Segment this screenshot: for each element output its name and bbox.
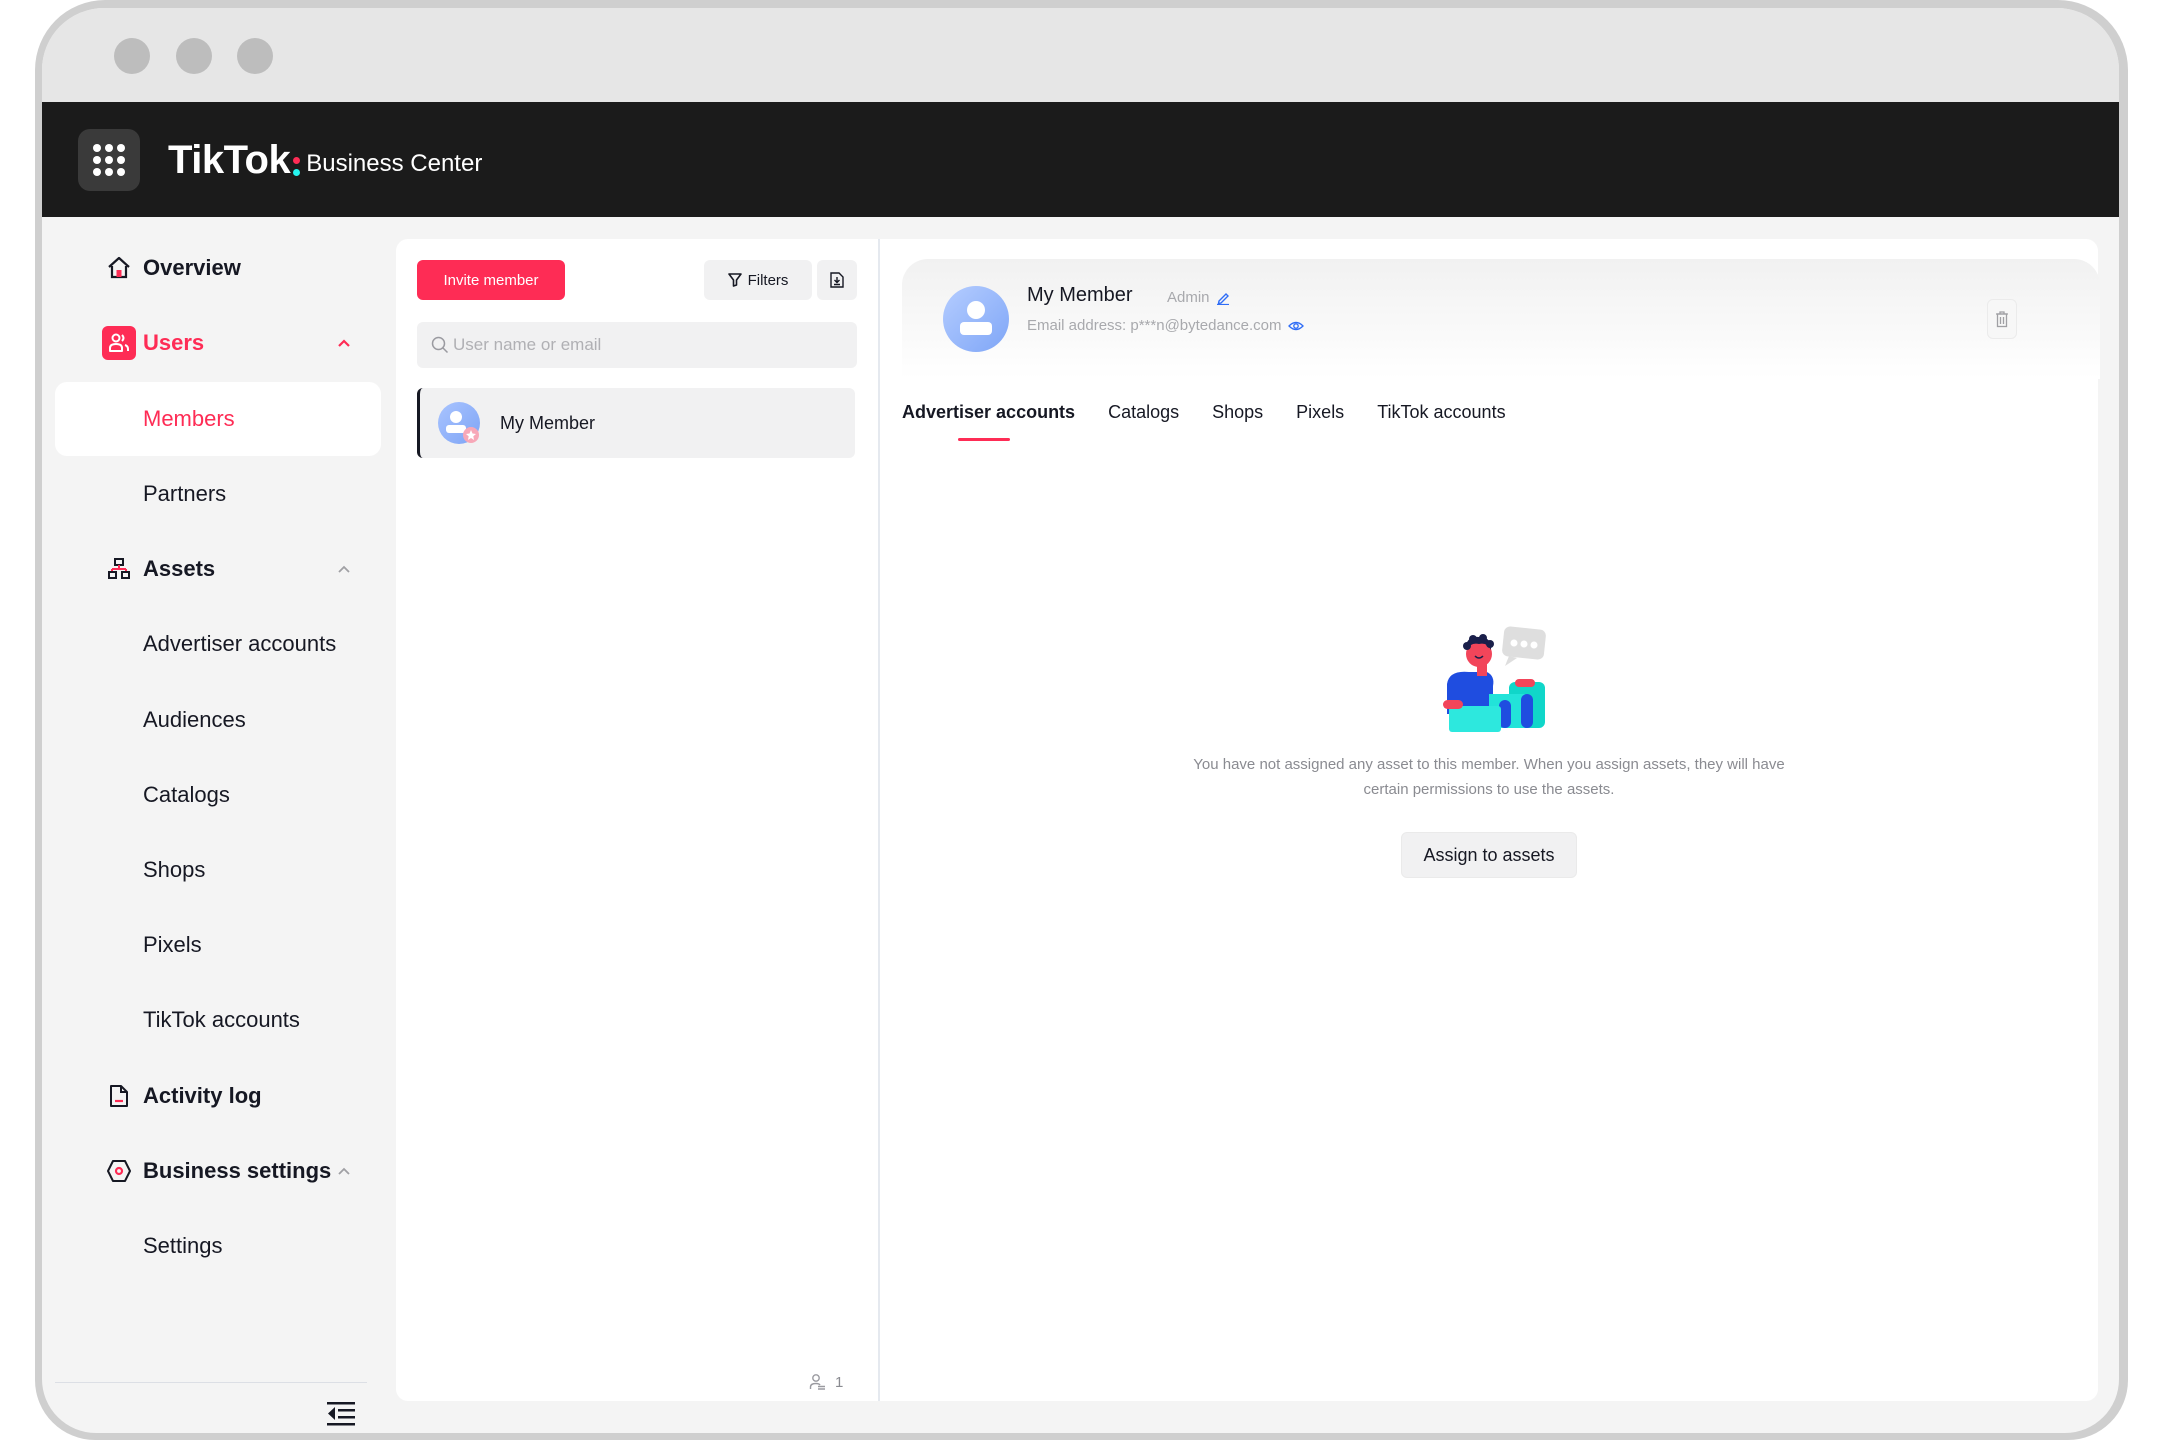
member-search[interactable]: [417, 322, 857, 368]
sidebar-item-users[interactable]: Users: [55, 306, 381, 380]
settings-hex-icon: [102, 1154, 136, 1188]
export-button[interactable]: [817, 260, 857, 300]
sidebar-item-pixels[interactable]: Pixels: [55, 908, 381, 982]
edit-pencil-icon[interactable]: [1216, 291, 1230, 305]
main-content: Invite member Filters My Member 1: [396, 239, 2100, 1401]
chevron-up-icon[interactable]: [337, 1164, 351, 1178]
sidebar-item-overview[interactable]: Overview: [55, 231, 381, 305]
sidebar-item-tiktok-accounts[interactable]: TikTok accounts: [55, 983, 381, 1057]
sidebar-item-assets[interactable]: Assets: [55, 532, 381, 606]
sidebar-item-shops[interactable]: Shops: [55, 833, 381, 907]
tab-shops[interactable]: Shops: [1212, 402, 1263, 441]
document-icon: [102, 1079, 136, 1113]
tiktok-logo: TikTok: [168, 138, 291, 182]
tab-tiktok-accounts[interactable]: TikTok accounts: [1377, 402, 1505, 441]
assign-to-assets-button[interactable]: Assign to assets: [1401, 832, 1577, 878]
filters-button[interactable]: Filters: [704, 260, 812, 300]
assets-icon: [102, 552, 136, 586]
member-profile-card: My Member Admin Email address: p***n@byt…: [902, 259, 2100, 379]
members-panel: Invite member Filters My Member 1: [396, 239, 878, 1401]
member-avatar: [438, 402, 480, 444]
member-detail-panel: My Member Admin Email address: p***n@byt…: [880, 239, 2100, 1401]
sidebar: Overview Users Members Partners Assets A…: [42, 217, 392, 1433]
filters-label: Filters: [747, 271, 789, 289]
delete-member-button[interactable]: [1987, 299, 2017, 339]
product-name: Business Center: [306, 149, 483, 177]
profile-avatar: [942, 285, 1010, 353]
tab-catalogs[interactable]: Catalogs: [1108, 402, 1179, 441]
member-count: 1: [809, 1373, 843, 1391]
sidebar-item-partners[interactable]: Partners: [55, 457, 381, 531]
logo-dots: [293, 157, 301, 176]
sidebar-item-catalogs[interactable]: Catalogs: [55, 758, 381, 832]
app-header: TikTok Business Center: [42, 102, 2119, 217]
tab-pixels[interactable]: Pixels: [1296, 402, 1344, 441]
role-badge: Admin: [1167, 289, 1230, 306]
user-count-icon: [809, 1374, 825, 1390]
sidebar-item-settings[interactable]: Settings: [55, 1209, 381, 1283]
invite-member-button[interactable]: Invite member: [417, 260, 565, 300]
sidebar-divider: [55, 1382, 367, 1383]
search-input[interactable]: [453, 335, 833, 355]
chevron-up-icon[interactable]: [337, 562, 351, 576]
profile-email: Email address: p***n@bytedance.com: [1027, 317, 1304, 334]
profile-name: My Member: [1027, 284, 1133, 306]
window-maximize-button[interactable]: [237, 38, 273, 74]
sidebar-item-audiences[interactable]: Audiences: [55, 683, 381, 757]
sidebar-item-members[interactable]: Members: [55, 382, 381, 456]
tab-advertiser-accounts[interactable]: Advertiser accounts: [902, 402, 1075, 441]
users-icon: [102, 326, 136, 360]
home-icon: [102, 251, 136, 285]
sidebar-item-activity-log[interactable]: Activity log: [55, 1059, 381, 1133]
asset-tabs: Advertiser accounts Catalogs Shops Pixel…: [902, 402, 1506, 441]
empty-state-message: You have not assigned any asset to this …: [1193, 756, 1785, 798]
sidebar-item-business-settings[interactable]: Business settings: [55, 1134, 381, 1208]
member-name: My Member: [500, 412, 596, 433]
window-close-button[interactable]: [114, 38, 150, 74]
sidebar-item-advertiser-accounts[interactable]: Advertiser accounts: [55, 607, 381, 681]
brand-logo: TikTok Business Center: [168, 138, 482, 183]
export-icon: [830, 272, 844, 288]
window-minimize-button[interactable]: [176, 38, 212, 74]
role-label: Admin: [1167, 289, 1210, 306]
app-window: TikTok Business Center Overview Users Me…: [42, 8, 2119, 1433]
member-count-value: 1: [835, 1373, 844, 1391]
chevron-up-icon[interactable]: [337, 336, 351, 350]
email-text: Email address: p***n@bytedance.com: [1027, 317, 1282, 334]
title-bar: [42, 8, 2119, 102]
filter-icon: [727, 273, 742, 287]
eye-icon[interactable]: [1287, 320, 1304, 332]
trash-icon: [1996, 311, 2008, 328]
search-icon: [431, 336, 449, 354]
empty-state: You have not assigned any asset to this …: [880, 624, 2098, 878]
member-list-item[interactable]: My Member: [417, 388, 855, 458]
grid-icon[interactable]: [78, 129, 140, 191]
empty-state-illustration: [1443, 626, 1546, 732]
collapse-sidebar-icon[interactable]: [326, 1401, 356, 1427]
